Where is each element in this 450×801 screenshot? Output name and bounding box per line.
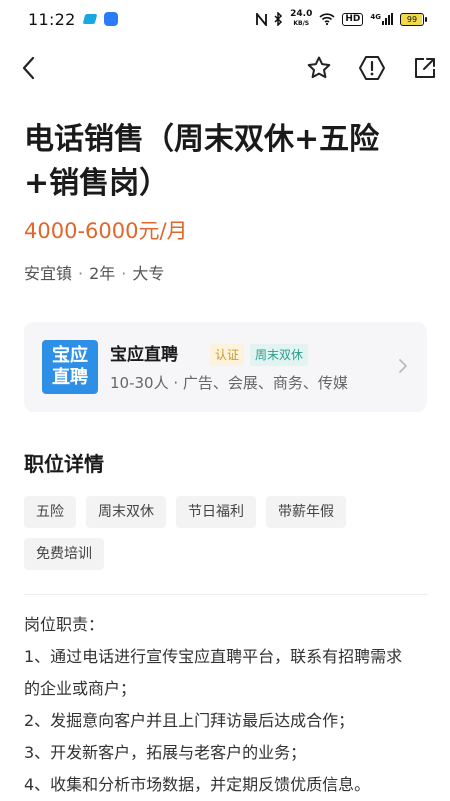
section-title-job-details: 职位详情 [24,452,104,476]
description-line: 2、发掘意向客户并且上门拜访最后达成合作； [24,711,355,730]
notification-app-icon [82,14,97,24]
share-button[interactable] [411,54,439,82]
company-logo-text: 宝应直聘 [52,345,88,388]
divider [24,594,427,595]
company-card[interactable]: 宝应直聘 宝应直聘 认证 周末双休 10-30人 · 广告、会展、商务、传媒 [24,322,427,412]
description-line: 4、收集和分析市场数据，并定期反馈优质信息。 [24,775,371,794]
back-arrow-icon [22,56,35,80]
meta-separator: · [78,264,84,283]
job-experience: 2年 [89,264,116,283]
benefit-tags: 五险 周末双休 节日福利 带薪年假 免费培训 [24,496,434,570]
chevron-right-icon [399,359,407,373]
nfc-icon [256,12,268,26]
benefit-tag: 五险 [24,496,76,528]
signal-label: 4G [370,13,381,21]
company-description: 10-30人 · 广告、会展、商务、传媒 [110,374,348,392]
star-icon [307,56,331,79]
job-meta: 安宜镇 · 2年 · 大专 [24,262,164,286]
report-icon [359,56,385,80]
status-bar: 11:22 24.0 KB/S HD 4G 99 [0,0,450,38]
description-line: 1、通过电话进行宣传宝应直聘平台，联系有招聘需求 [24,647,403,666]
benefit-tag: 免费培训 [24,538,104,570]
benefit-tag: 带薪年假 [266,496,346,528]
top-nav-bar [0,44,450,92]
benefit-tag: 节日福利 [176,496,256,528]
verified-badge: 认证 [210,344,245,366]
job-description: 岗位职责： 1、通过电话进行宣传宝应直聘平台，联系有招聘需求 的企业或商户； 2… [24,609,434,801]
signal-icon: 4G [370,13,393,25]
report-button[interactable] [358,54,386,82]
bluetooth-icon [274,12,283,26]
back-button[interactable] [14,54,42,82]
share-icon [415,58,435,78]
meta-separator: · [121,264,127,283]
benefit-badge: 周末双休 [250,344,309,366]
status-left: 11:22 [28,10,118,29]
company-logo: 宝应直聘 [42,340,98,394]
battery-icon: 99 [400,12,427,26]
benefit-tag: 周末双休 [86,496,166,528]
status-right: 24.0 KB/S HD 4G 99 [256,10,427,28]
status-time: 11:22 [28,9,76,29]
hd-badge: HD [342,12,364,26]
description-line: 的企业或商户； [24,679,137,698]
notification-app-icon-2 [103,12,118,26]
job-education: 大专 [132,264,165,283]
company-name: 宝应直聘 [110,345,178,365]
wifi-icon [319,13,335,25]
salary: 4000-6000元/月 [24,219,188,243]
description-line: 3、开发新客户，拓展与老客户的业务； [24,743,307,762]
job-location: 安宜镇 [24,264,73,283]
network-speed: 24.0 KB/S [290,10,312,28]
network-speed-value: 24.0 [290,9,313,19]
network-speed-unit: KB/S [293,20,310,27]
job-title: 电话销售（周末双休+五险+销售岗） [24,122,380,201]
description-line: 岗位职责： [24,615,105,634]
favorite-button[interactable] [305,54,333,82]
